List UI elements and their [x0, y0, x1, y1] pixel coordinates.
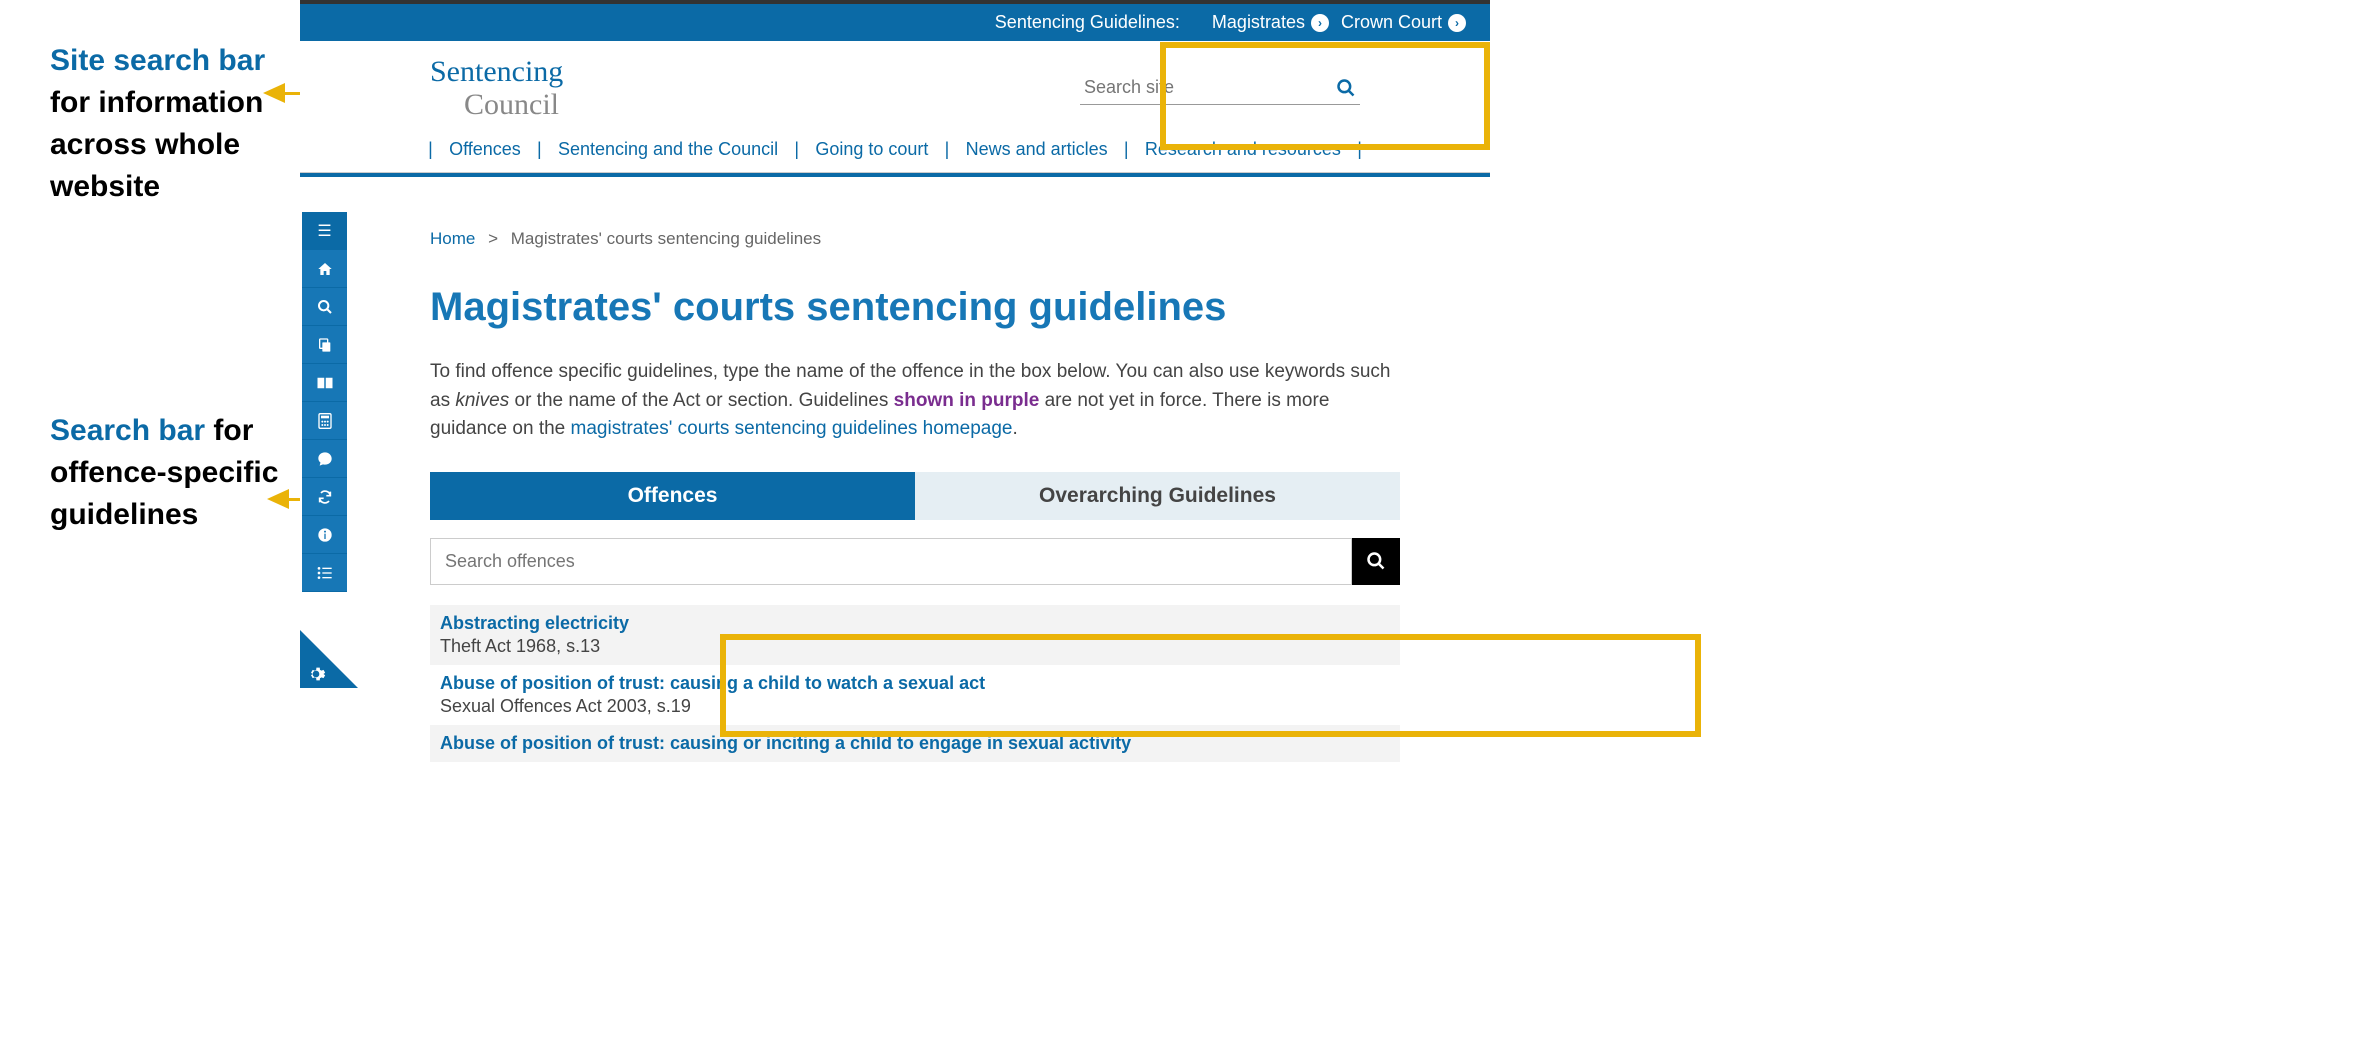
- content-wrap: ☰ Home > Magistrates' courts sentencing …: [300, 177, 1490, 762]
- menu-icon: ☰: [317, 221, 331, 241]
- gear-corner: [300, 630, 358, 688]
- offence-meta: Sexual Offences Act 2003, s.19: [440, 696, 1390, 717]
- link-text: Magistrates: [1212, 12, 1305, 33]
- nav-separator: |: [1357, 139, 1362, 160]
- list-item: Abstracting electricity Theft Act 1968, …: [430, 605, 1400, 665]
- arrow-head-icon: [263, 83, 285, 103]
- breadcrumb-home[interactable]: Home: [430, 229, 475, 248]
- logo-line1: Sentencing: [430, 55, 563, 88]
- offence-search-input[interactable]: [430, 538, 1352, 585]
- sidebar-search-button[interactable]: [302, 288, 347, 326]
- offence-list: Abstracting electricity Theft Act 1968, …: [430, 605, 1400, 762]
- offence-search-row: [430, 538, 1400, 585]
- annotation-text: for information across whole website: [50, 86, 263, 203]
- nav-separator: |: [794, 139, 799, 160]
- sidebar-refresh-button[interactable]: [302, 478, 347, 516]
- nav-research[interactable]: Research and resources: [1145, 139, 1341, 160]
- logo[interactable]: Sentencing Council: [430, 55, 563, 121]
- annotation-highlight: Site search bar: [50, 44, 265, 77]
- intro-text: To find offence specific guidelines, typ…: [430, 358, 1400, 444]
- nav-separator: |: [945, 139, 950, 160]
- chevron-right-icon: ›: [1311, 14, 1329, 32]
- info-icon: [317, 527, 333, 543]
- refresh-icon: [317, 489, 333, 505]
- annotation-offence-search: Search bar for offence-specific guidelin…: [50, 410, 300, 536]
- main-content: Home > Magistrates' courts sentencing gu…: [430, 229, 1400, 762]
- sidebar-book-button[interactable]: [302, 364, 347, 402]
- breadcrumb-current: Magistrates' courts sentencing guideline…: [511, 229, 821, 248]
- intro-part: or the name of the Act or section. Guide…: [509, 390, 893, 411]
- annotation-site-search: Site search bar for information across w…: [50, 40, 300, 208]
- breadcrumb: Home > Magistrates' courts sentencing gu…: [430, 229, 1400, 249]
- main-nav: | Offences | Sentencing and the Council …: [300, 127, 1490, 173]
- tabs: Offences Overarching Guidelines: [430, 472, 1400, 520]
- offence-meta: Theft Act 1968, s.13: [440, 636, 1390, 657]
- list-item: Abuse of position of trust: causing a ch…: [430, 665, 1400, 725]
- tab-offences[interactable]: Offences: [430, 472, 915, 520]
- sidebar-info-button[interactable]: [302, 516, 347, 554]
- nav-sentencing[interactable]: Sentencing and the Council: [558, 139, 778, 160]
- tab-overarching[interactable]: Overarching Guidelines: [915, 472, 1400, 520]
- sidebar-list-button[interactable]: [302, 554, 347, 592]
- gear-icon[interactable]: [306, 664, 326, 684]
- sidebar-calculator-button[interactable]: [302, 402, 347, 440]
- arrow-head-icon: [267, 489, 289, 509]
- intro-italic: knives: [455, 390, 509, 411]
- nav-separator: |: [537, 139, 542, 160]
- copy-icon: [317, 337, 333, 353]
- top-bar-label: Sentencing Guidelines:: [995, 12, 1180, 33]
- top-bar: Sentencing Guidelines: Magistrates › Cro…: [300, 4, 1490, 41]
- magistrates-link[interactable]: Magistrates ›: [1212, 12, 1329, 33]
- search-icon: [317, 299, 333, 315]
- search-icon: [1366, 551, 1386, 571]
- list-icon: [317, 566, 333, 580]
- intro-purple: shown in purple: [894, 390, 1040, 411]
- breadcrumb-separator: >: [488, 229, 498, 248]
- nav-news[interactable]: News and articles: [966, 139, 1108, 160]
- link-text: Crown Court: [1341, 12, 1442, 33]
- offence-title[interactable]: Abuse of position of trust: causing a ch…: [440, 673, 1390, 694]
- calculator-icon: [318, 413, 332, 429]
- logo-line2: Council: [464, 88, 563, 121]
- home-icon: [317, 261, 333, 277]
- book-icon: [316, 376, 334, 390]
- sidebar-copy-button[interactable]: [302, 326, 347, 364]
- nav-separator: |: [428, 139, 433, 160]
- sidebar-comment-button[interactable]: [302, 440, 347, 478]
- crown-court-link[interactable]: Crown Court ›: [1341, 12, 1466, 33]
- sidebar: ☰: [302, 212, 347, 592]
- sidebar-menu-button[interactable]: ☰: [302, 212, 347, 250]
- chevron-right-icon: ›: [1448, 14, 1466, 32]
- site-search: [1080, 71, 1360, 105]
- page-frame: Sentencing Guidelines: Magistrates › Cro…: [300, 0, 1490, 762]
- intro-part: .: [1012, 418, 1017, 439]
- comment-icon: [317, 451, 333, 467]
- sidebar-home-button[interactable]: [302, 250, 347, 288]
- nav-separator: |: [1124, 139, 1129, 160]
- offence-title[interactable]: Abuse of position of trust: causing or i…: [440, 733, 1390, 754]
- intro-link[interactable]: magistrates' courts sentencing guideline…: [571, 418, 1013, 439]
- site-search-input[interactable]: [1084, 77, 1336, 98]
- list-item: Abuse of position of trust: causing or i…: [430, 725, 1400, 762]
- offence-search-button[interactable]: [1352, 538, 1400, 585]
- nav-offences[interactable]: Offences: [449, 139, 521, 160]
- offence-title[interactable]: Abstracting electricity: [440, 613, 1390, 634]
- search-icon[interactable]: [1336, 78, 1356, 98]
- page-title: Magistrates' courts sentencing guideline…: [430, 285, 1400, 330]
- annotation-highlight: Search bar: [50, 414, 205, 447]
- header-row: Sentencing Council: [300, 41, 1490, 127]
- nav-going-to-court[interactable]: Going to court: [815, 139, 928, 160]
